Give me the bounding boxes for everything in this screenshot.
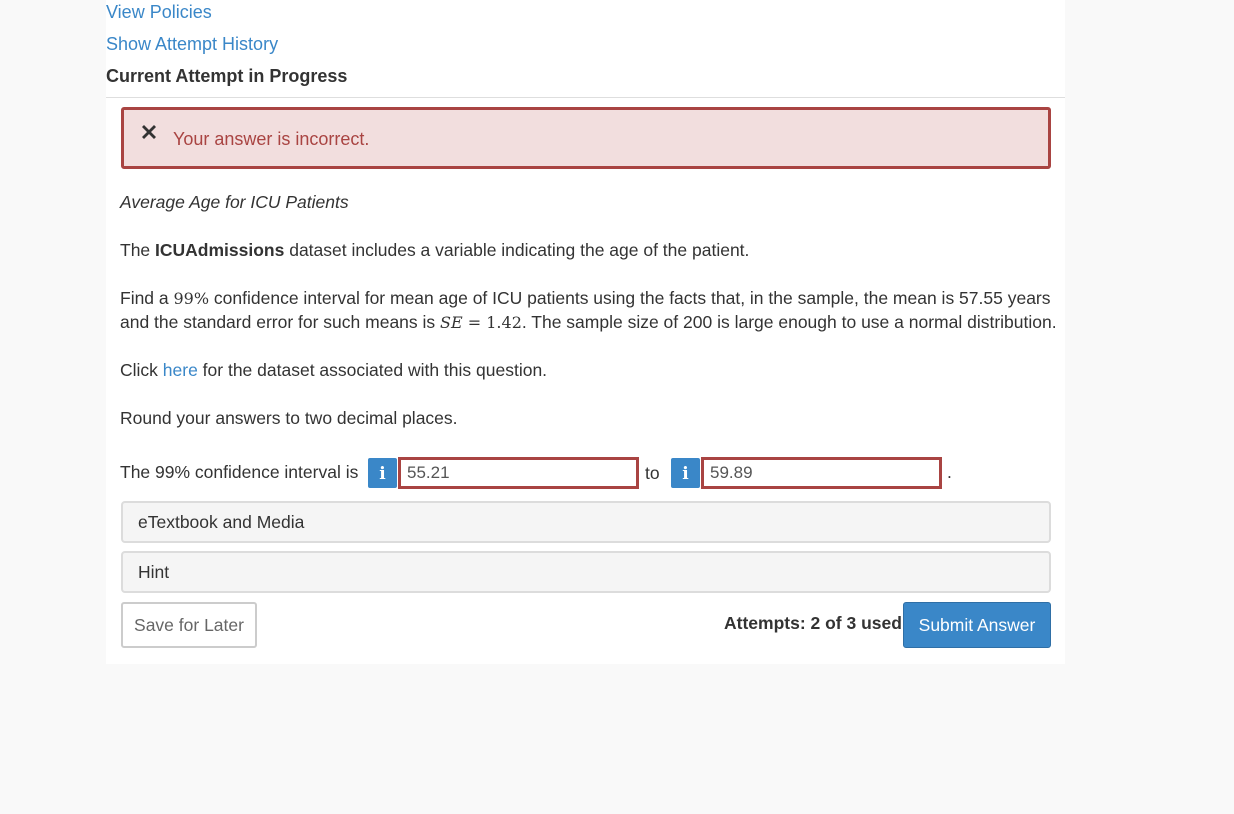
hint-panel[interactable]: Hint	[121, 551, 1051, 593]
p2-text-4: . The sample size of 200 is large enough…	[521, 312, 1057, 332]
question-card: View Policies Show Attempt History Curre…	[106, 0, 1065, 664]
p2-text-1: Find a	[120, 288, 174, 308]
view-policies-link[interactable]: View Policies	[106, 2, 212, 23]
p3-text-after: for the dataset associated with this que…	[197, 360, 548, 380]
question-paragraph-3: Click here for the dataset associated wi…	[120, 360, 547, 381]
question-paragraph-2-line-2: and the standard error for such means is…	[120, 312, 1057, 333]
confidence-level-math: 99%	[173, 289, 210, 308]
interval-label: The 99% confidence interval is	[120, 462, 359, 482]
upper-bound-input[interactable]: 59.89	[701, 457, 942, 489]
p1-text-after: dataset includes a variable indicating t…	[284, 240, 750, 260]
etextbook-media-panel[interactable]: eTextbook and Media	[121, 501, 1051, 543]
info-icon[interactable]: i	[671, 458, 700, 488]
p2-text-2: confidence interval for mean age of ICU …	[209, 288, 1051, 308]
etextbook-media-label: eTextbook and Media	[138, 512, 305, 532]
hint-label: Hint	[138, 562, 170, 582]
x-icon	[142, 125, 156, 139]
dataset-name: ICUAdmissions	[155, 240, 285, 260]
question-paragraph-1: The ICUAdmissions dataset includes a var…	[120, 240, 749, 261]
question-paragraph-2-line-1: Find a 99% confidence interval for mean …	[120, 288, 1051, 309]
incorrect-alert: Your answer is incorrect.	[121, 107, 1051, 169]
lower-bound-input[interactable]: 55.21	[398, 457, 639, 489]
sentence-period: .	[947, 462, 952, 482]
p3-text-before: Click	[120, 360, 163, 380]
current-attempt-heading: Current Attempt in Progress	[106, 66, 348, 86]
p2-text-3: and the standard error for such means is	[120, 312, 441, 332]
save-for-later-button[interactable]: Save for Later	[121, 602, 257, 648]
alert-message: Your answer is incorrect.	[173, 129, 370, 149]
se-value-math: = 1.42	[462, 313, 522, 332]
show-attempt-history-link[interactable]: Show Attempt History	[106, 34, 278, 55]
info-icon[interactable]: i	[368, 458, 397, 488]
question-title: Average Age for ICU Patients	[120, 192, 349, 212]
se-symbol-math: SE	[440, 313, 463, 332]
submit-answer-button[interactable]: Submit Answer	[903, 602, 1051, 648]
question-paragraph-4: Round your answers to two decimal places…	[120, 408, 458, 428]
to-label: to	[645, 463, 660, 483]
p1-text-before: The	[120, 240, 156, 260]
divider	[106, 97, 1065, 98]
attempts-counter: Attempts: 2 of 3 used	[724, 613, 902, 633]
dataset-here-link[interactable]: here	[163, 360, 198, 380]
